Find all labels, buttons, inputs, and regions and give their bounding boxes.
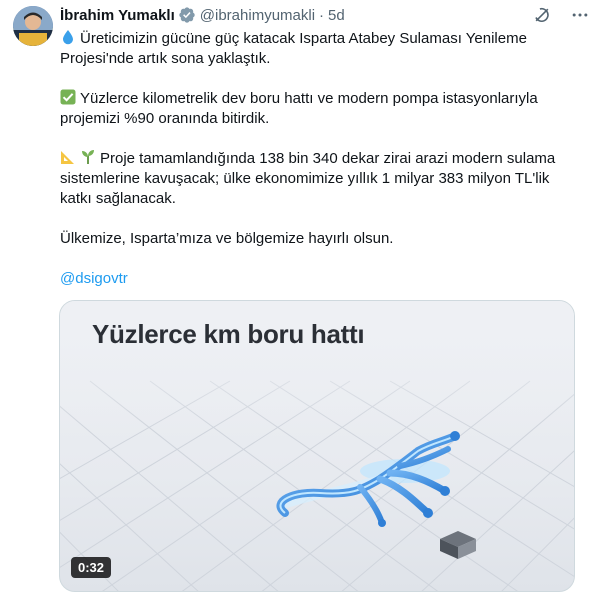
- avatar[interactable]: [13, 6, 53, 46]
- check-mark-icon: [60, 89, 76, 105]
- more-icon[interactable]: [570, 5, 590, 25]
- tweet-content: İbrahim Yumaklı @ibrahimyumakli · 5d Üre…: [60, 5, 588, 289]
- video-player[interactable]: Yüzlerce km boru hattı 0:32: [59, 300, 575, 592]
- tweet-line-1: Üreticimizin gücüne güç katacak Isparta …: [60, 30, 527, 67]
- tweet-line-3: Proje tamamlandığında 138 bin 340 dekar …: [60, 150, 556, 207]
- timestamp[interactable]: 5d: [328, 7, 345, 24]
- tweet-paragraph-1: Üreticimizin gücüne güç katacak Isparta …: [60, 29, 565, 69]
- tweet-header: İbrahim Yumaklı @ibrahimyumakli · 5d: [60, 5, 588, 25]
- video-title-overlay: Yüzlerce km boru hattı: [92, 319, 365, 349]
- tweet-paragraph-3: Proje tamamlandığında 138 bin 340 dekar …: [60, 149, 565, 209]
- grok-icon[interactable]: [532, 5, 552, 25]
- tweet-text: Üreticimizin gücüne güç katacak Isparta …: [60, 29, 565, 289]
- tweet-paragraph-2: Yüzlerce kilometrelik dev boru hattı ve …: [60, 89, 565, 129]
- tweet-line-4: Ülkemize, Isparta’mıza ve bölgemize hayı…: [60, 230, 394, 247]
- header-actions: [532, 5, 590, 25]
- droplet-icon: [60, 29, 76, 45]
- triangular-ruler-icon: [60, 149, 76, 165]
- author-handle[interactable]: @ibrahimyumakli: [200, 7, 315, 24]
- tweet[interactable]: İbrahim Yumaklı @ibrahimyumakli · 5d Üre…: [0, 0, 598, 606]
- seedling-icon: [80, 149, 96, 165]
- tweet-line-2: Yüzlerce kilometrelik dev boru hattı ve …: [60, 90, 538, 127]
- video-duration: 0:32: [71, 557, 112, 578]
- verified-badge-icon: [178, 6, 196, 24]
- author-name[interactable]: İbrahim Yumaklı: [60, 7, 175, 24]
- separator-dot: ·: [319, 6, 325, 24]
- mention-link[interactable]: @dsigovtr: [60, 269, 565, 289]
